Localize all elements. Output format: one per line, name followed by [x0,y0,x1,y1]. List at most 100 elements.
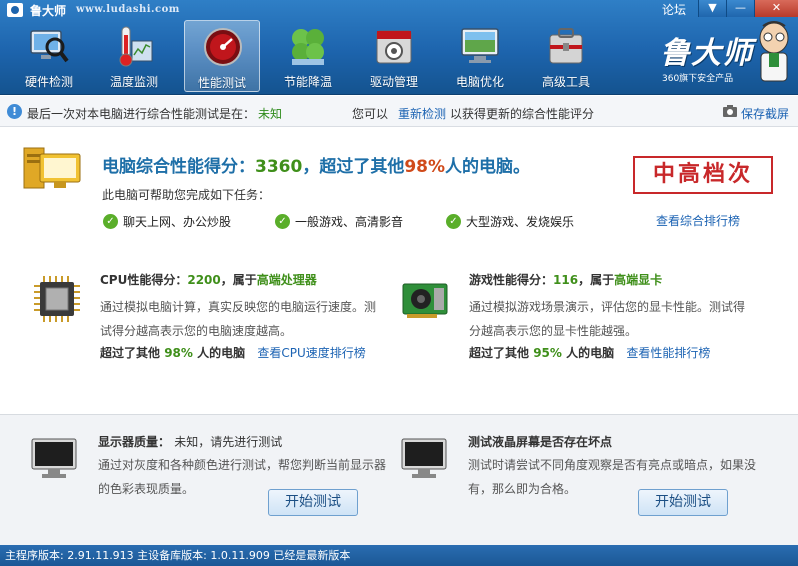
score-title-mid: ，超过了其他 [302,157,405,177]
nav-item-pc-optimize[interactable]: 电脑优化 [442,20,518,92]
overall-score-value: 3360 [255,157,303,177]
cpu-rank-link[interactable]: 查看CPU速度排行榜 [257,346,365,360]
toolbox-icon [549,28,583,64]
start-display-test-button[interactable]: 开始测试 [268,489,358,516]
gpu-beat-percent: 95% [533,346,562,360]
nav-label: 硬件检测 [24,75,73,89]
display-quality-status: 未知，请先进行测试 [174,435,283,449]
cpu-score-title: CPU性能得分：2200，属于高端处理器 [100,271,317,288]
gpu-beat-line: 超过了其他 95% 人的电脑 查看性能排行榜 [469,344,710,361]
task-label: 一般游戏、高清影音 [295,214,404,229]
you-can-text: 您可以 [352,107,389,121]
thermometer-icon [119,26,153,67]
app-url: www.ludashi.com [76,4,180,15]
brand-logo: 鲁大师 360旗下安全产品 [658,21,798,90]
monitor-optimize-icon [461,28,499,63]
gpu-beat-prefix: 超过了其他 [469,346,530,360]
gpu-score-value: 116 [553,273,579,287]
info-icon: ! [7,104,22,119]
nav-item-driver-manager[interactable]: 驱动管理 [356,20,432,92]
display-quality-label: 显示器质量： [98,435,171,449]
gpu-description: 通过模拟游戏场景演示，评估您的显卡性能。测试得分越高表示您的显卡性能越强。 [469,300,746,338]
task-label: 聊天上网、办公炒股 [123,214,232,229]
cpu-chip-icon [34,276,80,322]
can-do-label: 此电脑可帮助您完成如下任务： [102,188,271,202]
dead-pixel-title: 测试液晶屏幕是否存在坏点 [468,435,613,449]
task-item: ✓ 一般游戏、高清影音 [275,212,403,230]
clover-icon [292,29,324,65]
cpu-beat-suffix: 人的电脑 [197,346,246,360]
gpu-score-block: 游戏性能得分：116，属于高端显卡 通过模拟游戏场景演示，评估您的显卡性能。测试… [401,262,781,402]
check-icon: ✓ [275,213,290,229]
gpu-level: 高端显卡 [614,273,663,287]
hardware-magnifier-icon [30,30,69,63]
brand-name: 鲁大师 [660,36,753,71]
overall-score-percent: 98% [404,157,446,177]
cpu-description: 通过模拟电脑计算，真实反映您的电脑运行速度。测试得分越高表示您的电脑速度越高。 [100,300,377,338]
cpu-score-block: CPU性能得分：2200，属于高端处理器 通过模拟电脑计算，真实反映您的电脑运行… [32,262,412,402]
nav-label: 驱动管理 [369,75,418,89]
overall-rank-link[interactable]: 查看综合排行榜 [656,212,740,229]
gpu-title-prefix: 游戏性能得分： [469,273,554,287]
info-bar: ! 最后一次对本电脑进行综合性能测试是在： 未知 您可以 重新检测 以获得更新的… [0,96,798,127]
nav-label: 电脑优化 [455,75,504,89]
cpu-title-mid: ，属于 [220,273,257,287]
nav-label: 节能降温 [283,75,332,89]
last-test-value: 未知 [258,107,283,121]
nav-item-performance-test[interactable]: 性能测试 [184,20,260,92]
check-icon: ✓ [446,213,461,229]
cpu-level: 高端处理器 [256,273,317,287]
nav-label: 性能测试 [197,76,246,90]
camera-icon [723,105,737,117]
monitor-icon [31,438,77,478]
score-title-prefix: 电脑综合性能得分： [102,157,255,177]
start-dead-pixel-test-button[interactable]: 开始测试 [638,489,728,516]
gpu-score-title: 游戏性能得分：116，属于高端显卡 [469,271,662,288]
status-bar: 主程序版本: 2.91.11.913 主设备库版本: 1.0.11.909 已经… [0,545,798,566]
check-icon: ✓ [103,213,118,229]
dead-pixel-block: 测试液晶屏幕是否存在坏点 测试时请尝试不同角度观察是否有亮点或暗点，如果没有，那… [400,415,790,546]
title-bar: 鲁大师 www.ludashi.com 论坛 ▼ — ✕ 硬件检测 温度监测 性… [0,0,798,95]
cpu-beat-percent: 98% [164,346,193,360]
nav-item-energy-saving[interactable]: 节能降温 [270,20,346,92]
overall-score-title: 电脑综合性能得分：3360，超过了其他98%人的电脑。 [102,152,530,177]
driver-box-icon [376,30,412,64]
brand-tagline: 360旗下安全产品 [662,74,734,84]
task-label: 大型游戏、发烧娱乐 [466,214,575,229]
nav-label: 高级工具 [541,75,590,89]
app-name: 鲁大师 [30,4,67,18]
minimize-button[interactable]: — [726,0,754,17]
display-quality-block: 显示器质量： 未知，请先进行测试 通过对灰度和各种颜色进行测试，帮您判断当前显示… [30,415,420,546]
close-button[interactable]: ✕ [754,0,798,17]
overall-score-section: 电脑综合性能得分：3360，超过了其他98%人的电脑。 此电脑可帮助您完成如下任… [0,128,798,250]
retest-suffix: 以获得更新的综合性能评分 [450,107,595,121]
task-item: ✓ 大型游戏、发烧娱乐 [446,212,574,230]
nav-item-advanced-tools[interactable]: 高级工具 [528,20,604,92]
last-test-prefix: 最后一次对本电脑进行综合性能测试是在： [27,107,256,121]
mascot-icon [759,21,789,82]
computer-icon [23,147,81,189]
display-quality-title: 显示器质量： 未知，请先进行测试 [98,433,282,450]
nav-label: 温度监测 [109,75,158,89]
graphics-card-icon [402,283,448,318]
task-item: ✓ 聊天上网、办公炒股 [103,212,231,230]
gpu-rank-link[interactable]: 查看性能排行榜 [626,346,710,360]
cpu-beat-line: 超过了其他 98% 人的电脑 查看CPU速度排行榜 [100,344,366,361]
gpu-beat-suffix: 人的电脑 [566,346,615,360]
save-screenshot-link[interactable]: 保存截屏 [741,105,789,122]
app-logo-icon [7,3,23,17]
forum-link[interactable]: 论坛 [662,1,686,18]
cpu-beat-prefix: 超过了其他 [100,346,161,360]
window-controls: 论坛 ▼ — ✕ [662,0,798,18]
score-title-suffix: 人的电脑。 [445,157,531,177]
monitor-icon [401,438,447,478]
rank-badge: 中高档次 [633,156,773,194]
display-test-section: 显示器质量： 未知，请先进行测试 通过对灰度和各种颜色进行测试，帮您判断当前显示… [0,414,798,545]
menu-button[interactable]: ▼ [698,0,726,17]
cpu-title-prefix: CPU性能得分： [100,273,188,287]
cpu-score-value: 2200 [187,273,221,287]
retest-link[interactable]: 重新检测 [398,105,446,122]
nav-item-hardware-check[interactable]: 硬件检测 [11,20,87,92]
gpu-title-mid: ，属于 [578,273,615,287]
nav-item-temperature[interactable]: 温度监测 [96,20,172,92]
